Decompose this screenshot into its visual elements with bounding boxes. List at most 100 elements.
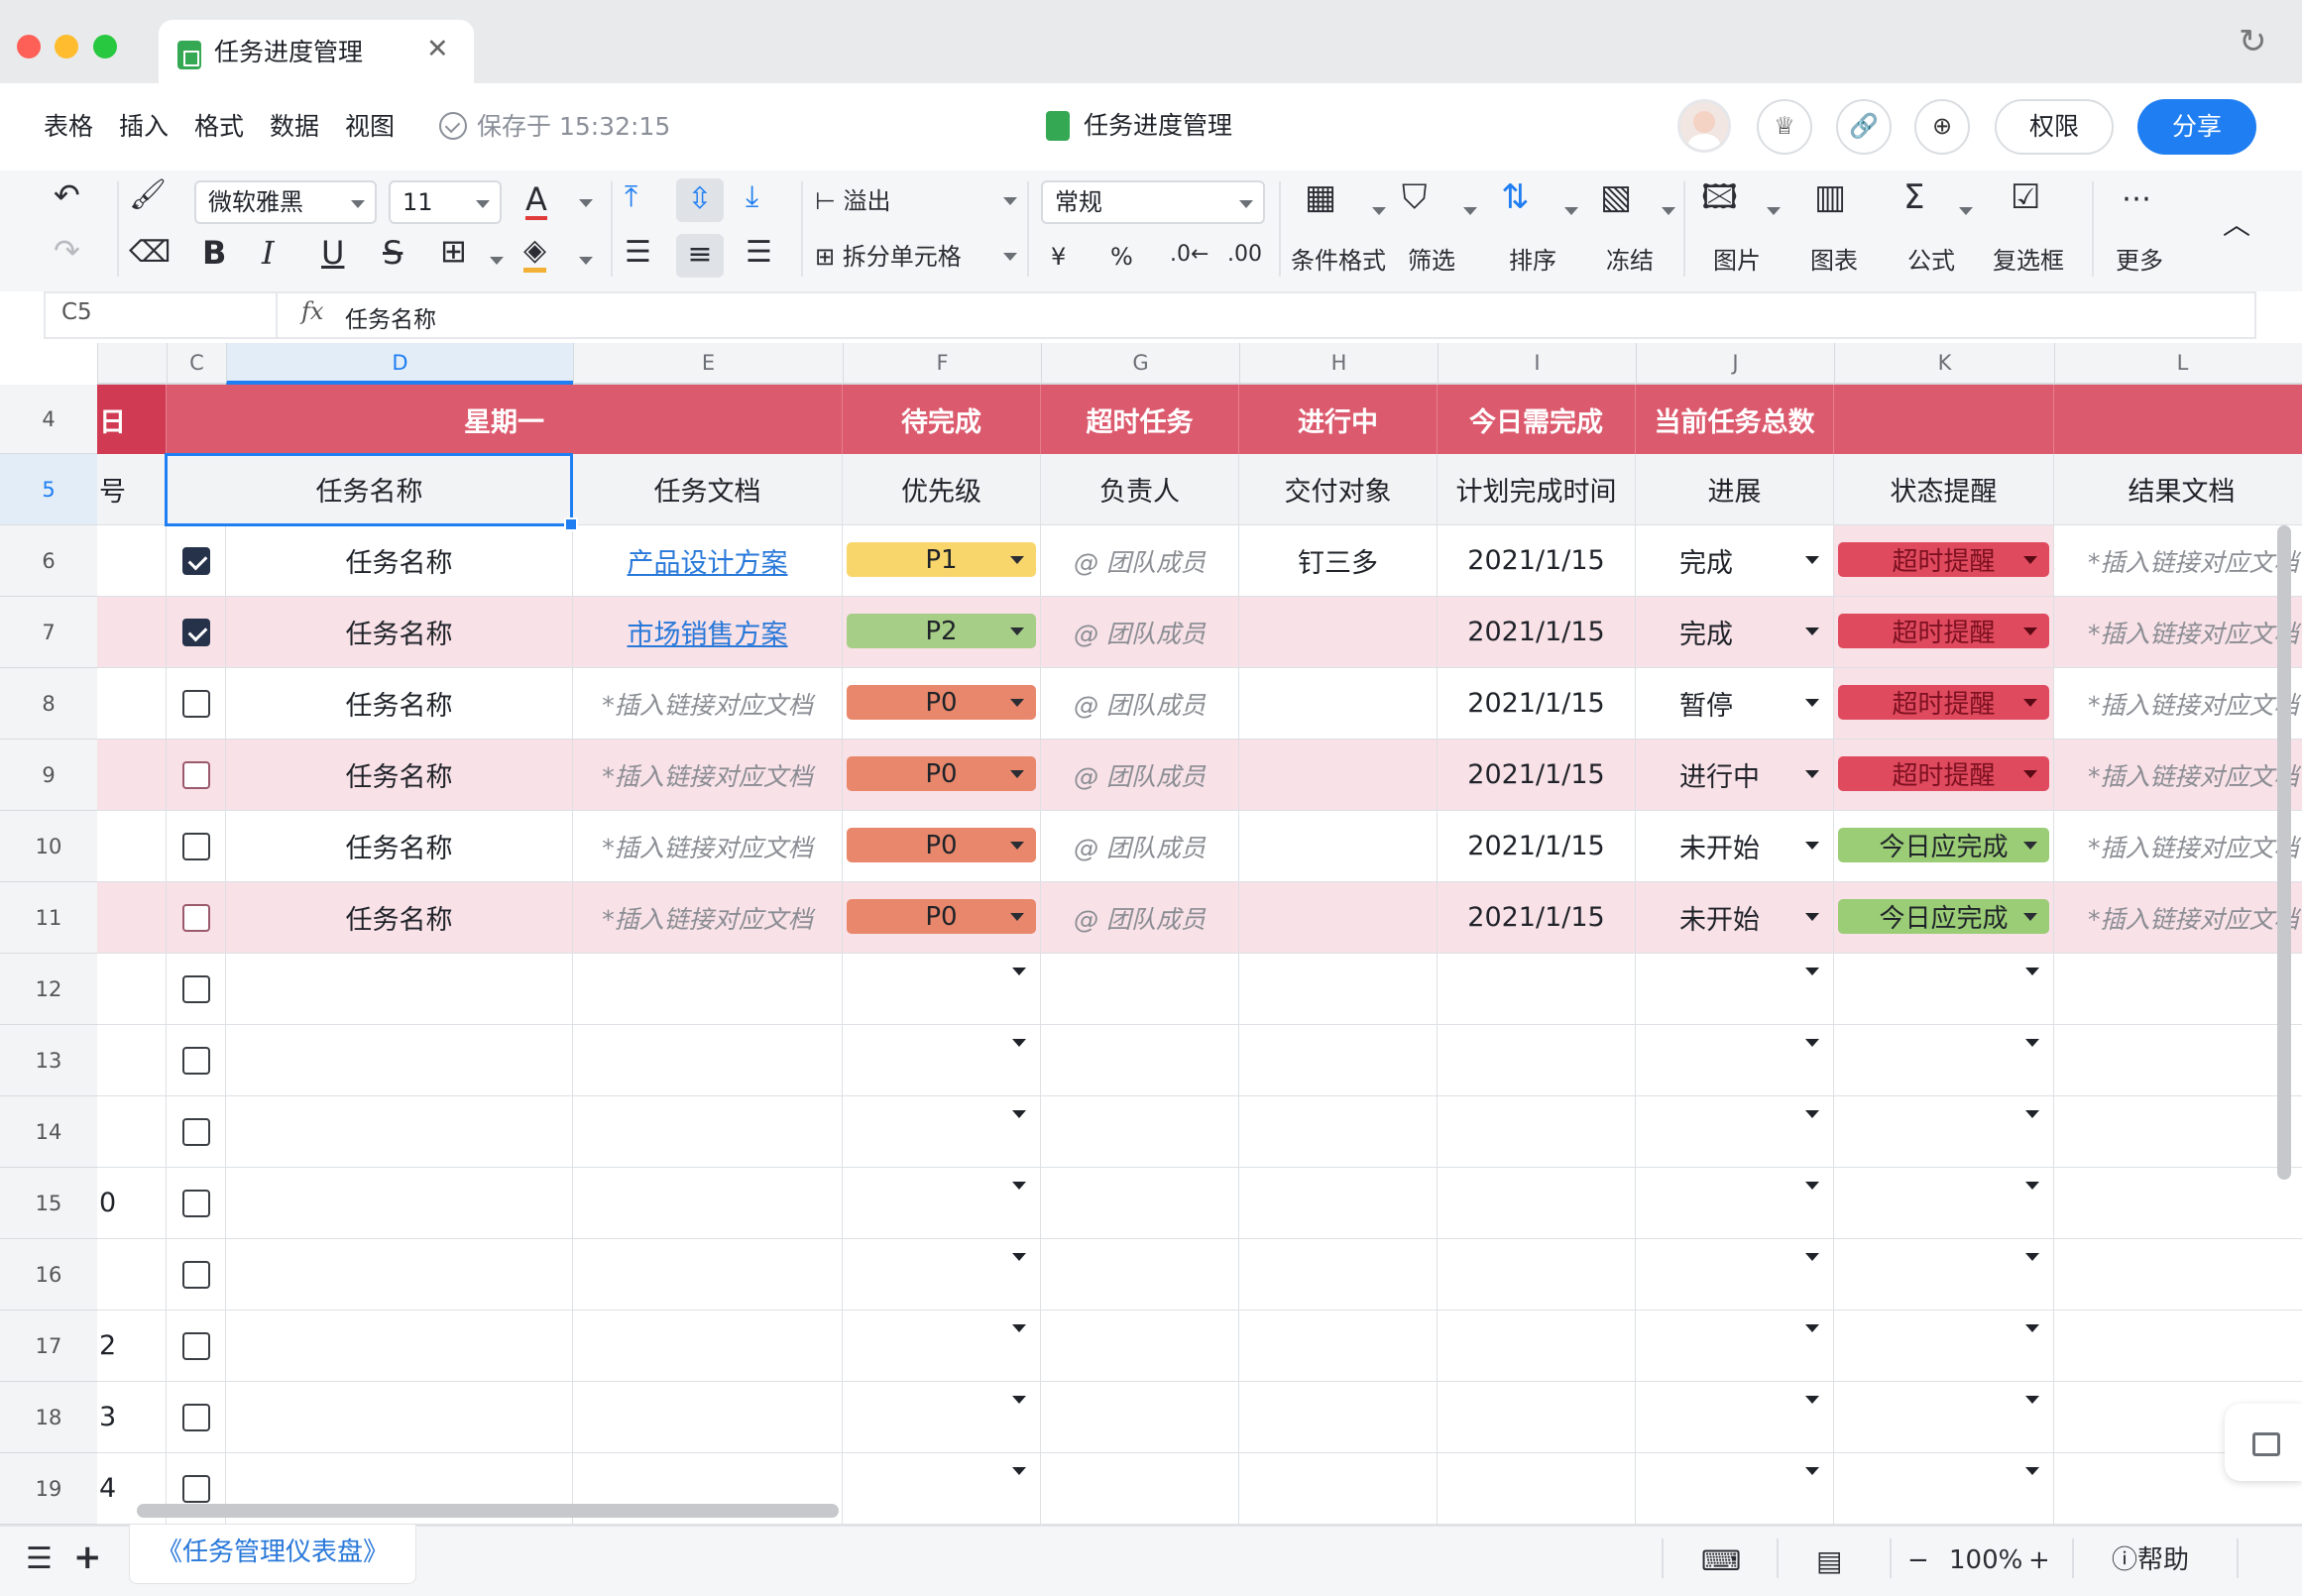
cell-i[interactable] <box>1438 954 1636 1025</box>
formula-icon[interactable]: Σ <box>1903 180 1924 214</box>
menu-data[interactable]: 数据 <box>270 110 319 144</box>
cell-k[interactable] <box>1834 1382 2054 1453</box>
row-header[interactable]: 5 <box>0 454 97 525</box>
cell-l[interactable] <box>2054 1239 2302 1311</box>
cell-k[interactable]: 今日应完成 <box>1834 882 2054 954</box>
cell-d[interactable]: 任务名称 <box>226 525 573 597</box>
sort-icon[interactable]: ⇅ <box>1501 180 1530 214</box>
column-header-f[interactable]: F <box>843 343 1041 385</box>
cell-f[interactable]: P2 <box>843 597 1041 668</box>
checkbox[interactable] <box>181 1046 210 1075</box>
close-tab-icon[interactable]: ✕ <box>426 34 449 64</box>
close-window-button[interactable] <box>17 35 41 58</box>
image-dropdown[interactable] <box>1757 196 1781 226</box>
cell-e[interactable]: 产品设计方案 <box>573 525 843 597</box>
freeze-label[interactable]: 冻结 <box>1606 246 1654 276</box>
cell-k[interactable]: 超时提醒 <box>1834 525 2054 597</box>
page-layout-icon[interactable]: ▤ <box>1816 1544 1842 1578</box>
cell-i[interactable]: 2021/1/15 <box>1438 525 1636 597</box>
sort-dropdown[interactable] <box>1554 196 1578 226</box>
cell-l[interactable] <box>2054 954 2302 1025</box>
dropdown-arrow-icon[interactable] <box>1012 1253 1026 1261</box>
frozen-column-cell[interactable] <box>97 954 167 1025</box>
vertical-scrollbar[interactable] <box>2277 525 2291 1180</box>
checkbox[interactable] <box>181 1117 210 1146</box>
cell-d[interactable]: 任务名称 <box>226 597 573 668</box>
fill-color-icon[interactable]: ◈ <box>523 234 547 273</box>
row-header[interactable]: 13 <box>0 1025 97 1096</box>
chevron-down-icon[interactable] <box>2023 913 2037 921</box>
conditional-format-dropdown[interactable] <box>1362 196 1386 226</box>
priority-tag[interactable]: P0 <box>847 899 1036 934</box>
freeze-icon[interactable]: ▧ <box>1600 180 1632 214</box>
cell-d[interactable] <box>226 1096 573 1168</box>
cell-d[interactable] <box>226 1168 573 1239</box>
checkbox[interactable] <box>181 1331 210 1360</box>
frozen-column-cell[interactable]: 0 <box>97 1168 167 1239</box>
header-priority[interactable]: 优先级 <box>843 454 1041 525</box>
cell-l[interactable]: *插入链接对应文档 <box>2054 740 2302 811</box>
dropdown-arrow-icon[interactable] <box>2025 1039 2039 1047</box>
summary-monday[interactable]: 星期一 <box>167 385 843 454</box>
cell-g[interactable] <box>1041 1311 1239 1382</box>
frozen-column-cell[interactable]: 3 <box>97 1382 167 1453</box>
filter-dropdown[interactable] <box>1453 196 1477 226</box>
priority-tag[interactable]: P0 <box>847 685 1036 720</box>
font-color-dropdown[interactable] <box>569 188 593 218</box>
checkbox-checked[interactable] <box>181 546 210 575</box>
language-button[interactable]: ⊕ <box>1914 99 1970 155</box>
dropdown-arrow-icon[interactable] <box>2025 1110 2039 1118</box>
dropdown-arrow-icon[interactable] <box>1805 556 1819 564</box>
cell-e[interactable] <box>573 1096 843 1168</box>
dropdown-arrow-icon[interactable] <box>2025 1253 2039 1261</box>
cell-f[interactable]: P0 <box>843 668 1041 740</box>
cell-e[interactable] <box>573 954 843 1025</box>
reload-icon[interactable]: ↻ <box>2239 22 2267 61</box>
menu-insert[interactable]: 插入 <box>119 110 169 144</box>
status-alert-tag[interactable]: 超时提醒 <box>1838 614 2049 648</box>
dropdown-arrow-icon[interactable] <box>1805 770 1819 778</box>
align-center-icon[interactable]: ≡ <box>676 234 724 278</box>
status-alert-tag[interactable]: 超时提醒 <box>1838 756 2049 791</box>
cell-e[interactable] <box>573 1025 843 1096</box>
cell-d[interactable] <box>226 1382 573 1453</box>
checkbox-checked[interactable] <box>181 618 210 646</box>
checkbox[interactable] <box>181 1189 210 1217</box>
header-deliver-to[interactable]: 交付对象 <box>1239 454 1438 525</box>
dropdown-arrow-icon[interactable] <box>2025 1182 2039 1190</box>
cell-l[interactable] <box>2054 1311 2302 1382</box>
align-top-icon[interactable]: ⤒ <box>625 182 637 212</box>
row-header[interactable]: 10 <box>0 811 97 882</box>
checkbox[interactable] <box>181 689 210 718</box>
cell-j[interactable] <box>1636 1025 1834 1096</box>
permissions-button[interactable]: 权限 <box>1995 99 2114 155</box>
cell-d[interactable] <box>226 954 573 1025</box>
chevron-down-icon[interactable] <box>2023 842 2037 850</box>
cell-g[interactable]: @ 团队成员 <box>1041 740 1239 811</box>
formula-label[interactable]: 公式 <box>1907 246 1955 276</box>
cell-i[interactable] <box>1438 1239 1636 1311</box>
sort-label[interactable]: 排序 <box>1509 246 1556 276</box>
priority-tag[interactable]: P0 <box>847 828 1036 862</box>
checkbox[interactable] <box>181 1474 210 1503</box>
frozen-column-cell[interactable]: 2 <box>97 1311 167 1382</box>
header-owner[interactable]: 负责人 <box>1041 454 1239 525</box>
filter-icon[interactable]: ⛉ <box>1402 180 1428 214</box>
summary-pending[interactable]: 待完成 <box>843 385 1041 454</box>
cell-l[interactable] <box>2054 1096 2302 1168</box>
cell-k[interactable] <box>1834 1096 2054 1168</box>
cell-f[interactable] <box>843 1382 1041 1453</box>
cell-l[interactable]: *插入链接对应文档 <box>2054 811 2302 882</box>
cell-h[interactable] <box>1239 882 1438 954</box>
cell-i[interactable]: 2021/1/15 <box>1438 597 1636 668</box>
cell-k[interactable] <box>1834 1311 2054 1382</box>
dropdown-arrow-icon[interactable] <box>1805 627 1819 635</box>
currency-format-button[interactable]: ¥ <box>1051 242 1066 272</box>
cell-j[interactable]: 完成 <box>1636 597 1834 668</box>
increase-decimal-icon[interactable]: .00 <box>1227 240 1262 270</box>
dropdown-arrow-icon[interactable] <box>1805 1182 1819 1190</box>
undo-icon[interactable]: ↶ <box>54 179 80 211</box>
priority-tag[interactable]: P0 <box>847 756 1036 791</box>
cell-h[interactable] <box>1239 954 1438 1025</box>
browser-tab[interactable]: 任务进度管理 ✕ <box>159 20 474 85</box>
